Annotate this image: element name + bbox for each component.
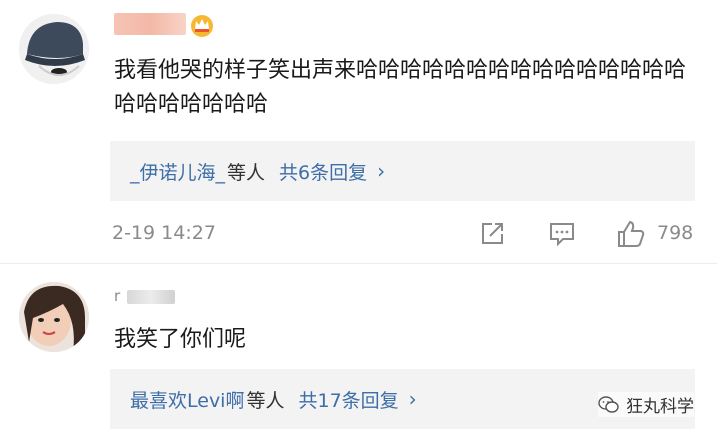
reply-summary[interactable]: _伊诺儿海_ 等人 共6条回复 › bbox=[110, 141, 695, 201]
username[interactable]: r bbox=[114, 285, 180, 307]
chevron-right-icon: › bbox=[408, 387, 417, 411]
chevron-right-icon: › bbox=[377, 159, 386, 183]
reply-suffix: 等人 bbox=[227, 161, 266, 184]
watermark: 狂丸科学 bbox=[598, 392, 694, 417]
username-text: r bbox=[114, 287, 122, 305]
reply-names[interactable]: _伊诺儿海_ bbox=[130, 158, 225, 185]
wechat-icon bbox=[598, 395, 619, 413]
like-count: 798 bbox=[657, 222, 694, 244]
like-icon[interactable] bbox=[616, 220, 645, 248]
username[interactable]: ••• bbox=[114, 13, 186, 35]
comment-text: 我看他哭的样子笑出声来哈哈哈哈哈哈哈哈哈哈哈哈哈哈哈哈哈哈哈哈哈哈 bbox=[114, 58, 687, 117]
reply-names[interactable]: 最喜欢Levi啊 bbox=[130, 386, 244, 413]
crown-badge-icon bbox=[189, 12, 215, 38]
avatar[interactable] bbox=[19, 282, 89, 352]
timestamp: 2-19 14:27 bbox=[112, 222, 216, 244]
avatar-image bbox=[19, 282, 89, 352]
avatar-image bbox=[19, 14, 89, 84]
username-redacted bbox=[126, 289, 175, 304]
comment-icon[interactable] bbox=[548, 220, 576, 248]
avatar[interactable] bbox=[19, 14, 89, 84]
reply-count[interactable]: 共6条回复 bbox=[279, 158, 367, 185]
comment-text: 我笑了你们呢 bbox=[114, 327, 247, 352]
comment-divider bbox=[0, 263, 717, 264]
watermark-text: 狂丸科学 bbox=[626, 397, 694, 417]
reply-suffix: 等人 bbox=[246, 389, 285, 412]
share-icon[interactable] bbox=[478, 220, 506, 248]
reply-count[interactable]: 共17条回复 bbox=[298, 386, 398, 413]
